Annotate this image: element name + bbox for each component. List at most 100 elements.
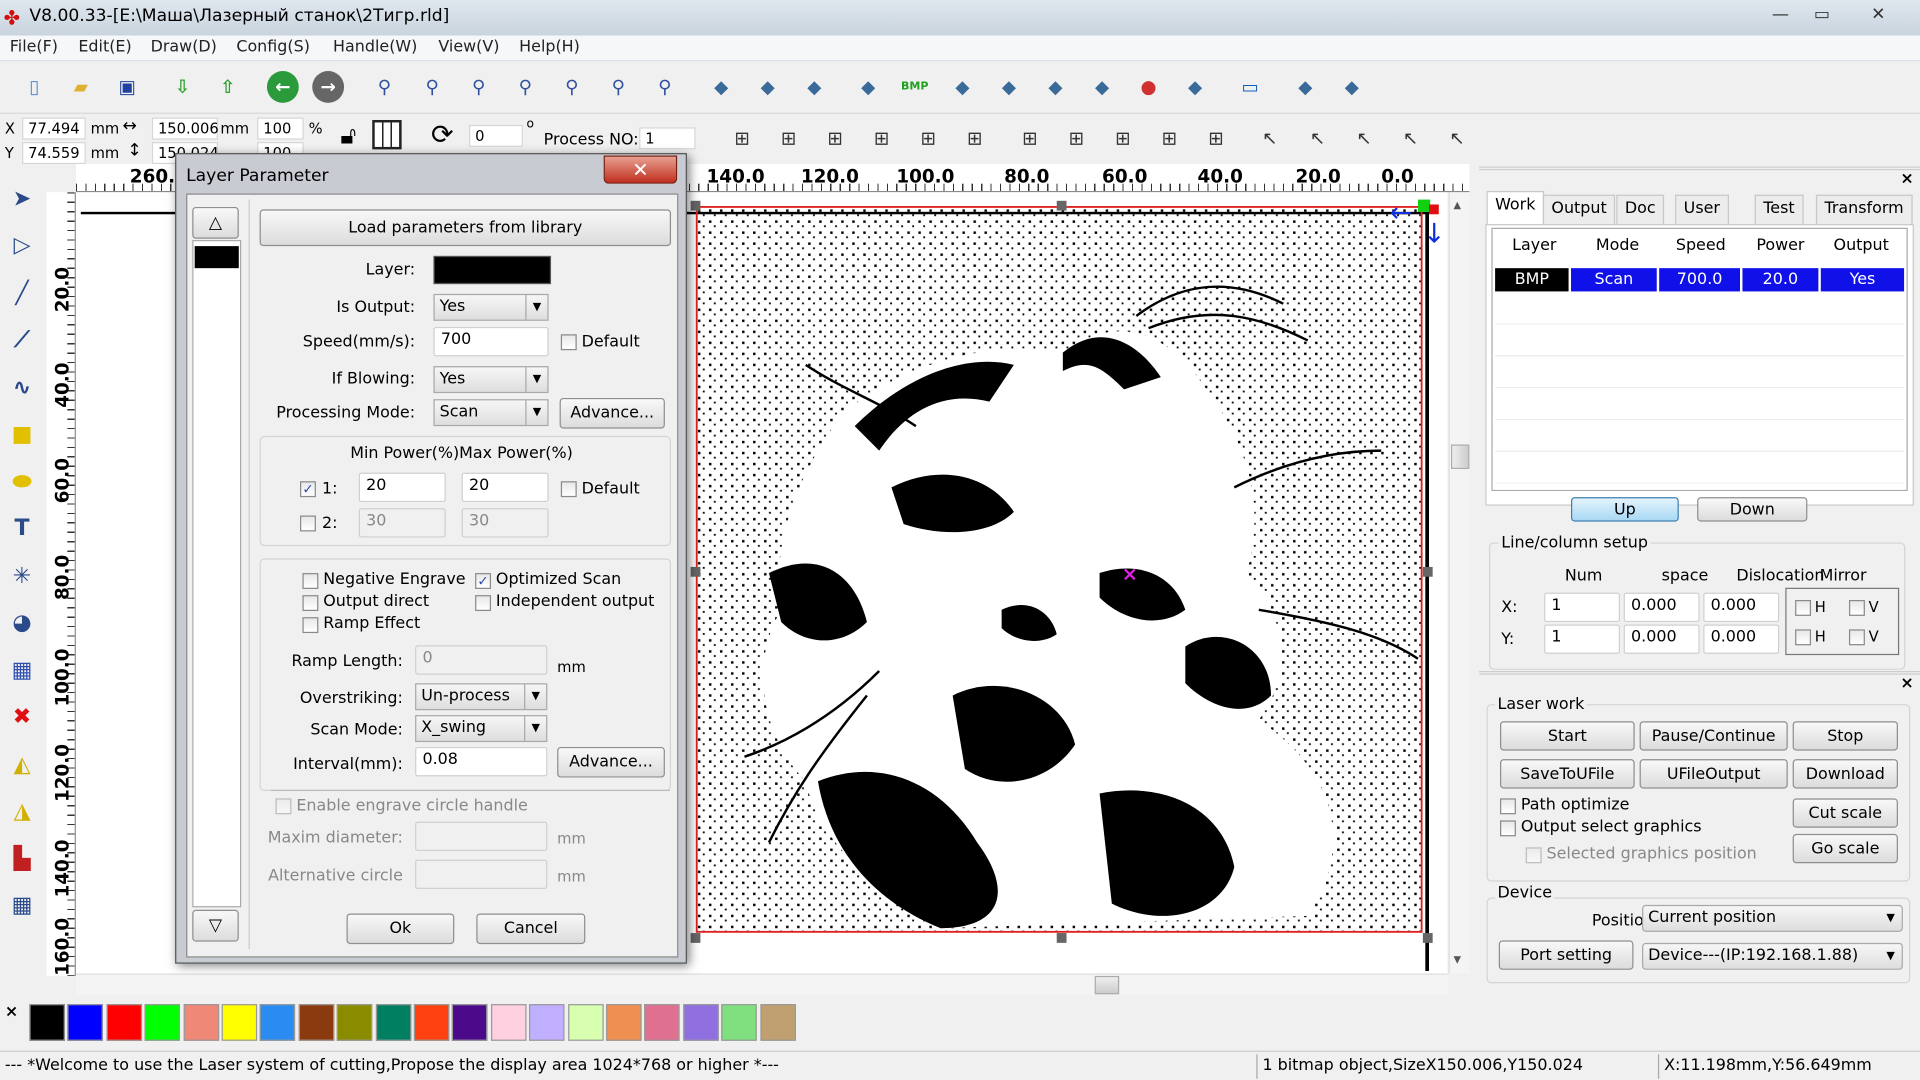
bitmap-object[interactable] <box>695 205 1431 941</box>
align-left-icon[interactable]: ⊞ <box>726 122 758 154</box>
distribute-icon[interactable]: ⊞ <box>1153 122 1185 154</box>
color-swatch[interactable] <box>413 1004 450 1041</box>
line-icon[interactable]: ╱ <box>6 277 38 309</box>
vertical-scroll-thumb[interactable] <box>1451 444 1470 469</box>
scan-mode-select[interactable]: X_swing ▼ <box>415 715 548 743</box>
port-setting-button[interactable]: Port setting <box>1498 940 1634 970</box>
selected-position-checkbox[interactable] <box>1525 847 1542 864</box>
x-num-input[interactable]: 1 <box>1544 592 1621 623</box>
circle-handle-checkbox[interactable] <box>275 798 292 815</box>
same-width-icon[interactable]: ⊞ <box>1014 122 1046 154</box>
minimize-button[interactable]: — <box>1761 2 1800 26</box>
load-library-button[interactable]: Load parameters from library <box>259 209 672 247</box>
independent-output-checkbox[interactable] <box>475 595 492 612</box>
power2-min-input[interactable]: 30 <box>358 508 446 538</box>
resize-handle[interactable] <box>1056 933 1067 943</box>
y-position-input[interactable]: 74.559 <box>22 142 86 165</box>
color-swatch[interactable] <box>183 1004 219 1041</box>
tab-user[interactable]: User <box>1675 194 1729 225</box>
interval-input[interactable]: 0.08 <box>415 746 548 777</box>
color-swatch[interactable] <box>144 1004 181 1041</box>
tab-work[interactable]: Work <box>1486 191 1544 226</box>
go-scale-button[interactable]: Go scale <box>1792 833 1898 864</box>
menu-config[interactable]: Config(S) <box>236 38 310 56</box>
maximize-button[interactable]: ▭ <box>1802 2 1841 26</box>
align-bottom-icon[interactable]: ⊞ <box>866 122 898 154</box>
bmp-icon[interactable]: BMP <box>899 71 931 103</box>
color-swatch[interactable] <box>221 1004 258 1041</box>
layer-list-item[interactable] <box>194 246 239 269</box>
select-rect-icon[interactable]: ◆ <box>705 71 737 103</box>
cell-layer[interactable]: BMP <box>1495 268 1569 292</box>
ramp-length-input[interactable]: 0 <box>415 645 548 675</box>
color-swatch[interactable] <box>452 1004 488 1041</box>
monitor-icon[interactable]: ▭ <box>1234 71 1266 103</box>
mirror-y-v-checkbox[interactable] <box>1848 629 1865 646</box>
anchor-grid-icon[interactable] <box>372 120 402 150</box>
color-swatch[interactable] <box>490 1004 527 1041</box>
mode-advance-button[interactable]: Advance... <box>559 397 665 429</box>
curve-draw-icon[interactable]: ∿ <box>6 371 38 403</box>
corner-tl-icon[interactable]: ↖ <box>1254 122 1286 154</box>
save-icon[interactable]: ▣ <box>111 71 143 103</box>
ungroup-icon[interactable]: ◆ <box>1336 71 1368 103</box>
menu-view[interactable]: View(V) <box>438 38 499 56</box>
optimized-scan-checkbox[interactable]: ✓ <box>475 573 492 589</box>
redo-icon[interactable]: → <box>312 71 345 103</box>
layer-color-swatch[interactable] <box>433 255 552 285</box>
menu-draw[interactable]: Draw(D) <box>151 38 217 56</box>
corner-br-icon[interactable]: ↖ <box>1348 122 1380 154</box>
power2-checkbox[interactable] <box>300 515 316 532</box>
align-icon[interactable]: ◆ <box>1040 71 1072 103</box>
resize-handle[interactable] <box>1422 933 1433 943</box>
zoom-grid-icon[interactable]: ⚲ <box>556 71 588 103</box>
palette-close-button[interactable]: × <box>5 1003 18 1021</box>
color-swatch[interactable] <box>336 1004 373 1041</box>
mirror-x-v-checkbox[interactable] <box>1848 600 1865 616</box>
mirror-y-h-checkbox[interactable] <box>1795 629 1812 646</box>
path-optimize-checkbox[interactable] <box>1500 798 1516 815</box>
interval-advance-button[interactable]: Advance... <box>557 746 665 778</box>
width-input[interactable]: 150.006 <box>151 117 219 140</box>
menu-file[interactable]: File(F) <box>10 38 58 56</box>
close-window-button[interactable]: ✕ <box>1859 2 1898 26</box>
power1-min-input[interactable]: 20 <box>358 472 446 503</box>
height-lock-icon[interactable]: ↕ <box>127 141 141 161</box>
rotate-icon[interactable]: ⟳ <box>431 120 454 151</box>
position-select[interactable]: Current position ▼ <box>1642 904 1903 932</box>
mirror-h-icon[interactable]: ◭ <box>6 748 38 780</box>
overstriking-select[interactable]: Un-process ▼ <box>415 683 548 711</box>
rectangle-icon[interactable]: ■ <box>6 418 38 450</box>
color-swatch[interactable] <box>606 1004 642 1041</box>
same-height-icon[interactable]: ⊞ <box>1060 122 1092 154</box>
same-size-icon[interactable]: ⊞ <box>1107 122 1139 154</box>
select-arrow-icon[interactable]: ➤ <box>6 182 38 214</box>
x-space-input[interactable]: 0.000 <box>1623 592 1700 623</box>
resize-handle[interactable] <box>690 933 701 943</box>
layer-scroll-up-button[interactable]: △ <box>192 206 239 239</box>
corner-center-icon[interactable]: ↖ <box>1441 122 1473 154</box>
settings-table-icon[interactable]: ◆ <box>1179 71 1211 103</box>
y-num-input[interactable]: 1 <box>1544 624 1621 654</box>
power-default-checkbox[interactable] <box>560 481 577 498</box>
y-space-input[interactable]: 0.000 <box>1623 624 1700 654</box>
layer-scroll-down-button[interactable]: ▽ <box>192 909 239 942</box>
start-button[interactable]: Start <box>1500 721 1635 751</box>
power1-max-input[interactable]: 20 <box>461 472 549 503</box>
width-lock-icon[interactable]: ↔ <box>122 116 136 136</box>
cut-group-icon[interactable]: ◆ <box>1289 71 1321 103</box>
color-swatch[interactable] <box>29 1004 65 1041</box>
align-right-icon[interactable]: ⊞ <box>773 122 805 154</box>
lock-ratio-icon[interactable]: 🔓︎ <box>340 120 356 149</box>
cancel-button[interactable]: Cancel <box>476 913 586 945</box>
process-no-input[interactable]: 1 <box>639 127 696 150</box>
center-page-icon[interactable]: ⊞ <box>1200 122 1232 154</box>
cell-power[interactable]: 20.0 <box>1742 268 1819 292</box>
import-icon[interactable]: ⇩ <box>167 71 199 103</box>
menu-handle[interactable]: Handle(W) <box>333 38 417 56</box>
bitmap-icon[interactable]: ◕ <box>6 607 38 639</box>
speed-input[interactable]: 700 <box>433 326 549 357</box>
color-swatch[interactable] <box>567 1004 604 1041</box>
ufile-output-button[interactable]: UFileOutput <box>1639 759 1788 789</box>
color-swatch[interactable] <box>375 1004 411 1041</box>
